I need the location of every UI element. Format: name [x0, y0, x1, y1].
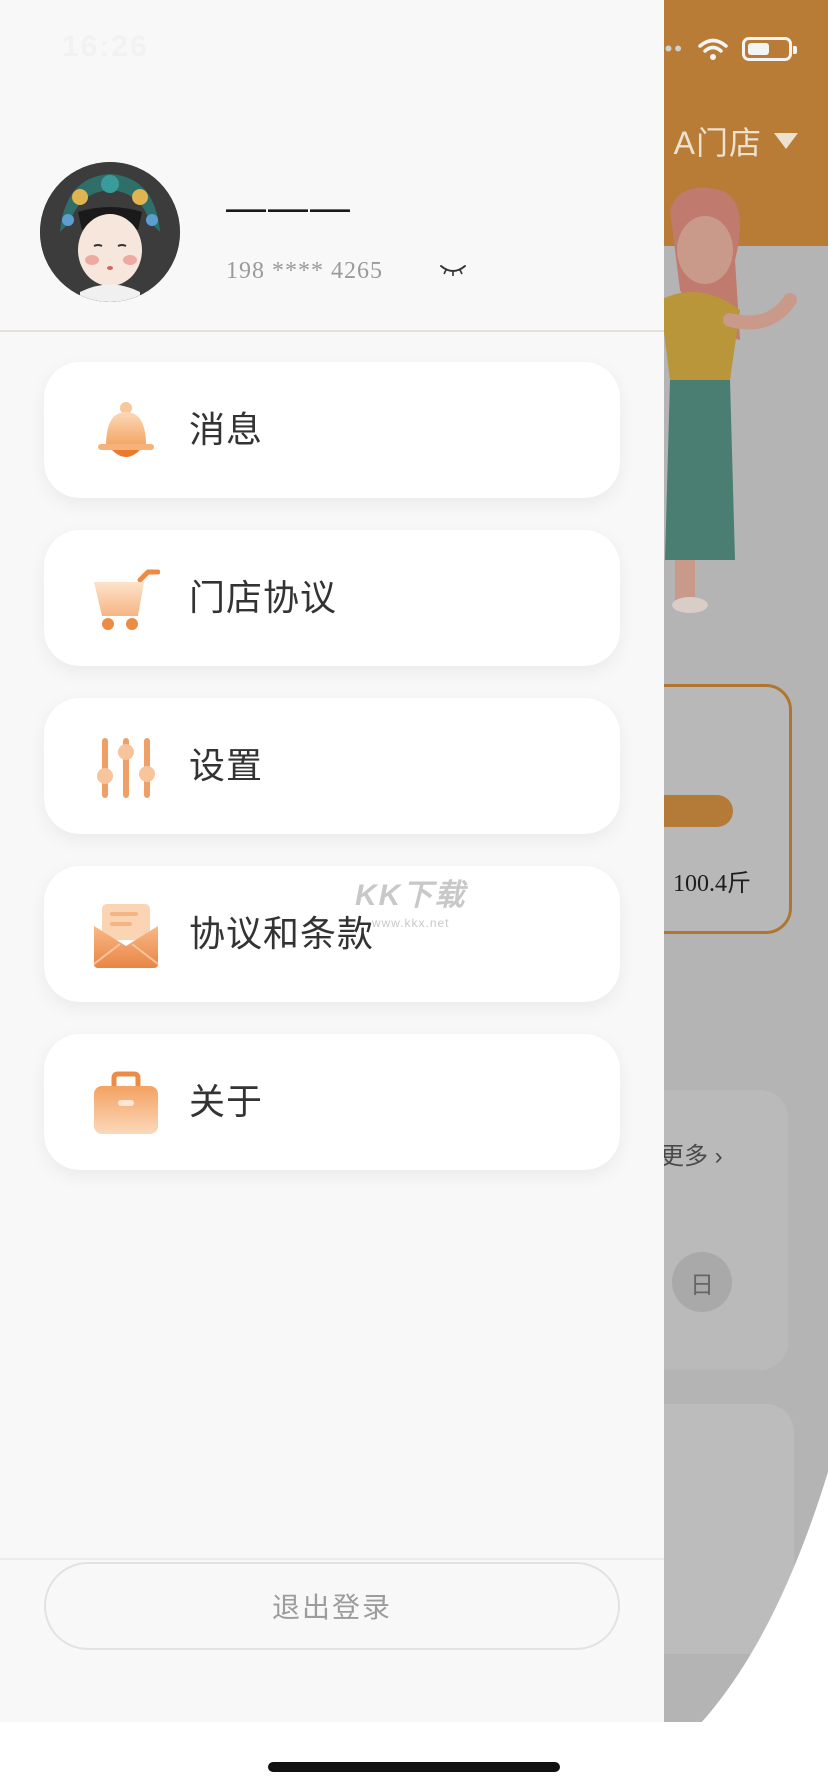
watermark-url: www.kkx.net: [371, 916, 450, 930]
menu-item-terms[interactable]: 协议和条款: [44, 866, 620, 1002]
menu-list: 消息 门店协议 设置 协议和条款 关于: [44, 362, 620, 1202]
character-illustration: [660, 187, 797, 613]
menu-item-label: 消息: [189, 409, 264, 450]
store-selector-label: A门店: [673, 125, 762, 161]
sliders-icon: [97, 738, 155, 798]
briefcase-icon: [94, 1071, 158, 1134]
page-curl-decoration: [608, 1472, 828, 1792]
menu-item-label: 协议和条款: [189, 913, 375, 954]
logout-button[interactable]: 退出登录: [44, 1562, 620, 1650]
profile-header: ——— 198 **** 4265: [0, 0, 664, 332]
dropdown-triangle-icon: [774, 133, 798, 149]
wifi-icon: [698, 38, 728, 60]
menu-item-label: 门店协议: [189, 577, 338, 618]
menu-item-settings[interactable]: 设置: [44, 698, 620, 834]
menu-item-label: 关于: [189, 1081, 264, 1122]
battery-icon: [742, 37, 797, 61]
weight-value: 100.4斤: [673, 871, 751, 897]
menu-item-about[interactable]: 关于: [44, 1034, 620, 1170]
menu-item-messages[interactable]: 消息: [44, 362, 620, 498]
watermark-logo: KK下载: [355, 879, 467, 912]
day-tab[interactable]: 日: [672, 1252, 732, 1312]
avatar[interactable]: [40, 162, 180, 302]
menu-item-label: 设置: [189, 745, 264, 786]
watermark: KK下载 www.kkx.net: [355, 870, 466, 930]
more-link[interactable]: 更多 ›: [660, 1136, 723, 1171]
user-phone: 198 **** 4265: [226, 258, 383, 284]
avatar-image: [40, 162, 180, 302]
side-drawer: 16:26 ——— 198 **** 4265 消息 门店协议 设置 协议和条款…: [0, 0, 664, 1722]
bell-icon: [98, 402, 154, 457]
user-name: ———: [226, 186, 352, 230]
cart-icon: [94, 569, 160, 630]
eye-closed-icon[interactable]: [438, 260, 468, 280]
envelope-icon: [93, 904, 159, 968]
status-indicators: ••••: [645, 36, 797, 62]
store-selector[interactable]: A门店: [674, 118, 798, 164]
menu-item-store-agreement[interactable]: 门店协议: [44, 530, 620, 666]
home-indicator[interactable]: [268, 1762, 560, 1772]
